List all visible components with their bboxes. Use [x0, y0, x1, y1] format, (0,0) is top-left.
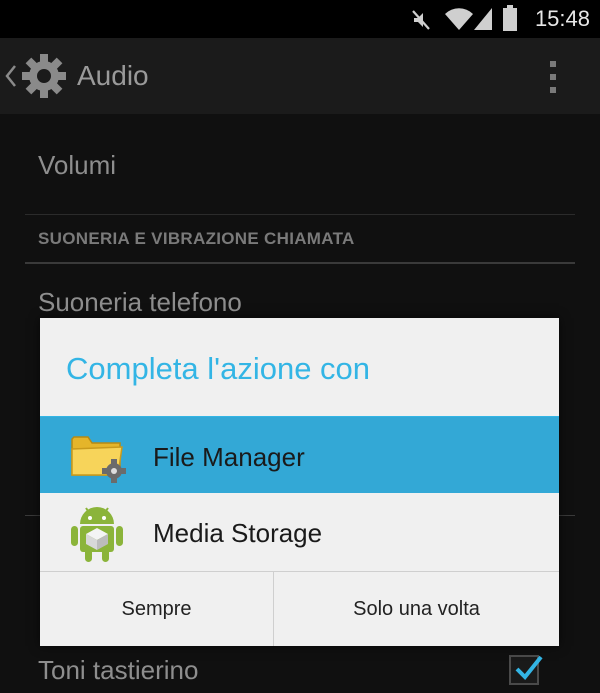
- settings-gear-icon[interactable]: [20, 52, 68, 100]
- folder-gear-icon: [71, 436, 126, 483]
- app-option-media-storage[interactable]: Media Storage: [40, 494, 559, 570]
- section-header: SUONERIA E VIBRAZIONE CHIAMATA: [38, 229, 355, 248]
- signal-icon: [474, 8, 492, 30]
- status-bar: 15:48: [0, 0, 600, 38]
- volumes-item[interactable]: Volumi: [38, 150, 116, 181]
- always-button[interactable]: Sempre: [40, 572, 273, 646]
- app-label-media-storage: Media Storage: [153, 518, 323, 548]
- action-bar: Audio: [0, 38, 600, 114]
- status-time: 15:48: [534, 6, 590, 31]
- app-option-file-manager[interactable]: File Manager: [40, 417, 559, 493]
- app-label-file-manager: File Manager: [153, 442, 305, 472]
- back-chevron-icon[interactable]: [4, 62, 18, 90]
- divider: [25, 214, 575, 215]
- battery-icon: [503, 5, 517, 31]
- overflow-menu-icon[interactable]: [548, 60, 558, 94]
- dial-tones-item[interactable]: Toni tastierino: [38, 655, 198, 686]
- section-divider: [25, 262, 575, 264]
- android-package-icon: [71, 507, 123, 562]
- dial-tones-checkbox[interactable]: [509, 655, 543, 685]
- complete-action-dialog: Completa l'azione con File Manager Media…: [40, 318, 559, 646]
- mute-icon: [412, 10, 430, 30]
- ringtone-item[interactable]: Suoneria telefono: [38, 287, 242, 318]
- wifi-icon: [445, 8, 473, 30]
- action-bar-title: Audio: [77, 60, 149, 91]
- just-once-button[interactable]: Solo una volta: [274, 572, 559, 646]
- checkmark-icon: [515, 655, 543, 680]
- dialog-title: Completa l'azione con: [66, 351, 371, 386]
